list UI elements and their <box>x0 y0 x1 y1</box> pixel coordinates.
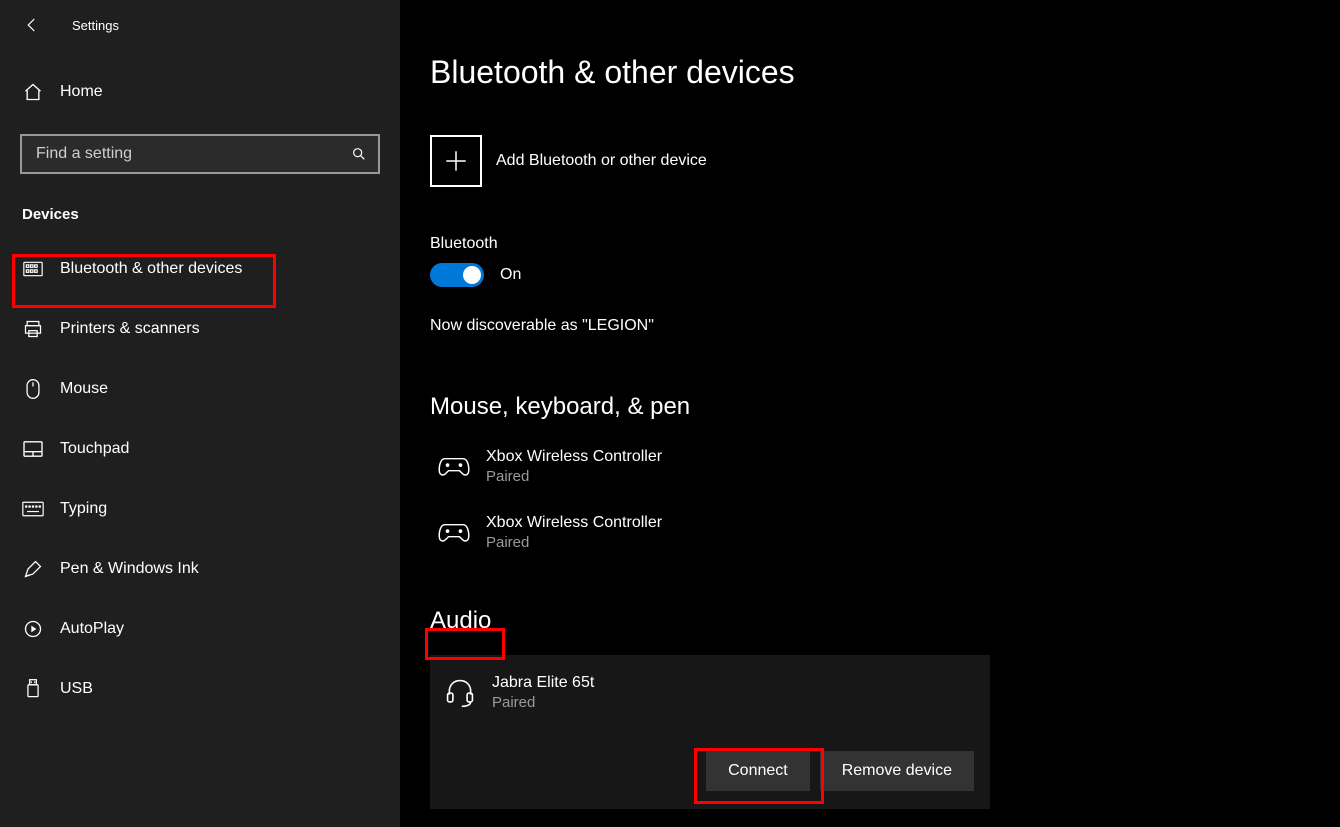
sidebar-item-mouse[interactable]: Mouse <box>0 359 400 419</box>
main-content: Bluetooth & other devices Add Bluetooth … <box>400 0 1340 827</box>
bluetooth-state-label: On <box>500 266 521 284</box>
device-row[interactable]: Jabra Elite 65t Paired <box>430 667 990 717</box>
sidebar-item-typing[interactable]: Typing <box>0 479 400 539</box>
sidebar-item-bluetooth[interactable]: Bluetooth & other devices <box>0 239 400 299</box>
sidebar-item-label: Touchpad <box>60 440 129 458</box>
section-audio-title: Audio <box>430 607 1340 635</box>
sidebar-item-label: Printers & scanners <box>60 320 200 338</box>
add-device-label: Add Bluetooth or other device <box>496 152 707 170</box>
remove-device-button[interactable]: Remove device <box>820 751 974 791</box>
sidebar-item-printers[interactable]: Printers & scanners <box>0 299 400 359</box>
settings-sidebar: Settings Home Devices Bluetooth & oth <box>0 0 400 827</box>
device-name: Xbox Wireless Controller <box>486 513 662 533</box>
keypad-icon <box>22 258 44 280</box>
mouse-icon <box>22 378 44 400</box>
device-status: Paired <box>492 693 594 713</box>
pen-icon <box>22 558 44 580</box>
page-title: Bluetooth & other devices <box>430 54 1340 91</box>
device-status: Paired <box>486 533 662 553</box>
home-label: Home <box>60 83 103 101</box>
keyboard-icon <box>22 498 44 520</box>
bluetooth-label: Bluetooth <box>430 235 1340 253</box>
bluetooth-toggle[interactable] <box>430 263 484 287</box>
audio-device-card: Jabra Elite 65t Paired Connect Remove de… <box>430 655 990 809</box>
device-name: Jabra Elite 65t <box>492 673 594 693</box>
sidebar-item-pen[interactable]: Pen & Windows Ink <box>0 539 400 599</box>
sidebar-category: Devices <box>0 206 400 223</box>
device-status: Paired <box>486 467 662 487</box>
sidebar-item-label: Bluetooth & other devices <box>60 260 242 278</box>
connect-button[interactable]: Connect <box>706 751 810 791</box>
autoplay-icon <box>22 618 44 640</box>
sidebar-home[interactable]: Home <box>0 68 400 116</box>
search-input[interactable] <box>36 145 350 163</box>
sidebar-item-label: Pen & Windows Ink <box>60 560 199 578</box>
sidebar-nav: Bluetooth & other devices Printers & sca… <box>0 239 400 719</box>
printer-icon <box>22 318 44 340</box>
search-icon <box>350 145 368 163</box>
gamepad-icon <box>436 449 472 485</box>
touchpad-icon <box>22 438 44 460</box>
plus-icon <box>430 135 482 187</box>
sidebar-item-usb[interactable]: USB <box>0 659 400 719</box>
sidebar-item-label: Typing <box>60 500 107 518</box>
sidebar-item-touchpad[interactable]: Touchpad <box>0 419 400 479</box>
back-button[interactable] <box>22 15 42 35</box>
headset-icon <box>442 675 478 711</box>
titlebar: Settings <box>0 0 400 50</box>
device-row[interactable]: Xbox Wireless Controller Paired <box>430 507 1340 573</box>
device-name: Xbox Wireless Controller <box>486 447 662 467</box>
sidebar-item-autoplay[interactable]: AutoPlay <box>0 599 400 659</box>
discoverable-text: Now discoverable as "LEGION" <box>430 317 1340 335</box>
gamepad-icon <box>436 515 472 551</box>
window-title: Settings <box>72 18 119 33</box>
home-icon <box>22 81 44 103</box>
usb-icon <box>22 678 44 700</box>
section-mkp-title: Mouse, keyboard, & pen <box>430 393 1340 421</box>
sidebar-item-label: Mouse <box>60 380 108 398</box>
device-row[interactable]: Xbox Wireless Controller Paired <box>430 441 1340 507</box>
add-device-row[interactable]: Add Bluetooth or other device <box>430 135 1340 187</box>
sidebar-item-label: USB <box>60 680 93 698</box>
sidebar-item-label: AutoPlay <box>60 620 124 638</box>
search-box[interactable] <box>20 134 380 174</box>
